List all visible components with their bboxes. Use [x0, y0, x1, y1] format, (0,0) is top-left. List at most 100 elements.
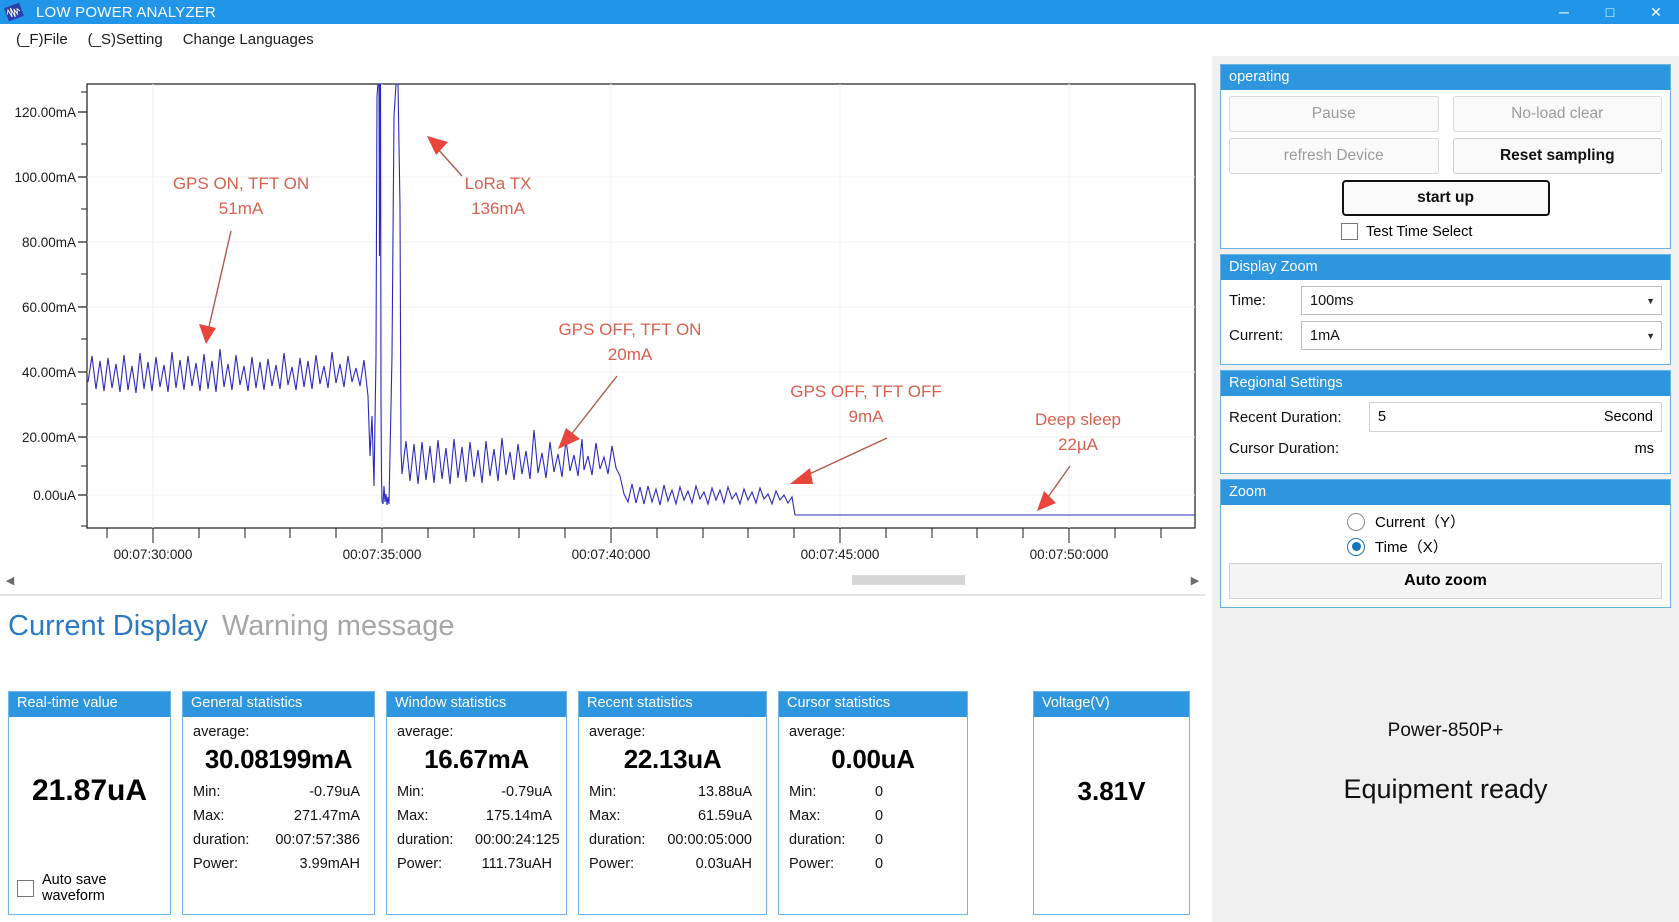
- start-up-button[interactable]: start up: [1342, 180, 1550, 216]
- time-label: Time:: [1229, 292, 1301, 309]
- stat-key: Power:: [789, 856, 867, 872]
- chevron-down-icon[interactable]: ▼: [1646, 331, 1655, 341]
- maximize-icon[interactable]: □: [1587, 0, 1633, 24]
- device-status-text: Equipment ready: [1212, 774, 1679, 805]
- current-zoom-select[interactable]: 1mA ▼: [1301, 321, 1662, 350]
- current-waveform-chart[interactable]: 0.00uA 20.00mA 40.00mA 60.00mA 80.00mA 1…: [0, 56, 1212, 566]
- svg-text:51mA: 51mA: [219, 199, 264, 218]
- chevron-down-icon[interactable]: ▼: [1646, 296, 1655, 306]
- stat-row-duration: duration:0: [789, 832, 957, 848]
- group-header: Zoom: [1221, 480, 1670, 505]
- stat-key: duration:: [589, 832, 667, 848]
- recent-duration-value: 5: [1378, 409, 1386, 425]
- chart-horizontal-scrollbar[interactable]: ◀ ▶: [0, 566, 1205, 594]
- svg-text:0.00uA: 0.00uA: [33, 488, 76, 503]
- card-header: General statistics: [183, 692, 374, 717]
- stat-row-duration: duration:00:07:57:386: [193, 832, 364, 848]
- stat-key: Max:: [589, 808, 667, 824]
- menu-item-setting[interactable]: (_S)Setting: [80, 28, 171, 51]
- stat-row-max: Max:0: [789, 808, 957, 824]
- stat-key: duration:: [193, 832, 271, 848]
- no-load-clear-button[interactable]: No-load clear: [1453, 96, 1663, 132]
- stat-value: 3.99mAH: [271, 856, 364, 872]
- stat-value: -0.79uA: [271, 784, 364, 800]
- stat-value: 111.73uAH: [475, 856, 556, 872]
- svg-text:00:07:45:000: 00:07:45:000: [801, 547, 880, 562]
- recent-duration-unit: Second: [1604, 409, 1653, 425]
- scroll-left-icon[interactable]: ◀: [0, 566, 20, 594]
- scrollbar-track[interactable]: [20, 566, 1185, 594]
- voltage-value: 3.81V: [1044, 776, 1179, 807]
- stat-key: duration:: [397, 832, 475, 848]
- menu-item-change-languages[interactable]: Change Languages: [175, 28, 322, 51]
- stat-row-min: Min:-0.79uA: [193, 784, 364, 800]
- svg-text:20mA: 20mA: [608, 345, 653, 364]
- checkbox-box[interactable]: [17, 880, 34, 897]
- group-header: Regional Settings: [1221, 371, 1670, 396]
- average-value: 16.67mA: [397, 744, 556, 775]
- window-controls: ─ □ ✕: [1541, 0, 1679, 24]
- recent-duration-label: Recent Duration:: [1229, 409, 1369, 426]
- test-time-select-checkbox[interactable]: Test Time Select: [1229, 223, 1662, 240]
- auto-zoom-button[interactable]: Auto zoom: [1229, 563, 1662, 599]
- stat-row-min: Min:13.88uA: [589, 784, 756, 800]
- pause-button[interactable]: Pause: [1229, 96, 1439, 132]
- stat-value: 00:07:57:386: [271, 832, 364, 848]
- scroll-right-icon[interactable]: ▶: [1185, 566, 1205, 594]
- card-header: Voltage(V): [1034, 692, 1189, 717]
- stat-key: Min:: [397, 784, 475, 800]
- svg-text:40.00mA: 40.00mA: [22, 365, 76, 380]
- stat-row-power: Power:0: [789, 856, 957, 872]
- stat-key: duration:: [789, 832, 867, 848]
- card-general-statistics: General statistics average: 30.08199mA M…: [182, 691, 375, 915]
- refresh-device-button[interactable]: refresh Device: [1229, 138, 1439, 174]
- reset-sampling-button[interactable]: Reset sampling: [1453, 138, 1663, 174]
- radio-time-x[interactable]: Time（X）: [1229, 536, 1662, 557]
- cursor-duration-unit: ms: [1369, 441, 1662, 457]
- radio-button[interactable]: [1347, 513, 1365, 531]
- menu-item-file[interactable]: (_F)File: [8, 28, 76, 51]
- close-icon[interactable]: ✕: [1633, 0, 1679, 24]
- checkbox-box[interactable]: [1341, 223, 1358, 240]
- radio-current-y[interactable]: Current（Y）: [1229, 511, 1662, 532]
- card-real-time-value: Real-time value 21.87uA Auto save wavefo…: [8, 691, 171, 915]
- svg-text:LoRa TX: LoRa TX: [465, 174, 532, 193]
- stat-value: -0.79uA: [475, 784, 556, 800]
- stat-key: Power:: [397, 856, 475, 872]
- svg-text:GPS OFF, TFT OFF: GPS OFF, TFT OFF: [790, 382, 941, 401]
- svg-text:100.00mA: 100.00mA: [14, 170, 76, 185]
- stat-value: 0: [867, 856, 957, 872]
- stat-key: Power:: [193, 856, 271, 872]
- right-pane: operating Pause No-load clear refresh De…: [1212, 56, 1679, 922]
- average-label: average:: [589, 724, 756, 740]
- stat-row-max: Max:175.14mA: [397, 808, 556, 824]
- stat-key: Max:: [193, 808, 271, 824]
- group-display-zoom: Display Zoom Time: 100ms ▼ Current: 1mA: [1220, 254, 1671, 365]
- tab-warning-message[interactable]: Warning message: [222, 610, 455, 643]
- stat-key: Max:: [789, 808, 867, 824]
- stat-key: Max:: [397, 808, 475, 824]
- left-pane: 0.00uA 20.00mA 40.00mA 60.00mA 80.00mA 1…: [0, 56, 1212, 922]
- stat-value: 0: [867, 784, 957, 800]
- real-time-value: 21.87uA: [19, 774, 160, 808]
- stat-value: 0: [867, 808, 957, 824]
- stat-row-min: Min:-0.79uA: [397, 784, 556, 800]
- tab-current-display[interactable]: Current Display: [8, 610, 208, 643]
- time-zoom-value: 100ms: [1310, 293, 1354, 309]
- stat-row-max: Max:271.47mA: [193, 808, 364, 824]
- auto-save-waveform-checkbox[interactable]: Auto save waveform: [17, 872, 170, 904]
- minimize-icon[interactable]: ─: [1541, 0, 1587, 24]
- time-zoom-select[interactable]: 100ms ▼: [1301, 286, 1662, 315]
- recent-duration-input[interactable]: 5 Second: [1369, 402, 1662, 432]
- average-label: average:: [193, 724, 364, 740]
- stat-row-power: Power:3.99mAH: [193, 856, 364, 872]
- scrollbar-thumb[interactable]: [852, 575, 965, 585]
- group-header: operating: [1221, 65, 1670, 90]
- average-value: 30.08199mA: [193, 744, 364, 775]
- svg-text:00:07:50:000: 00:07:50:000: [1030, 547, 1109, 562]
- average-label: average:: [397, 724, 556, 740]
- svg-text:9mA: 9mA: [849, 407, 885, 426]
- radio-button[interactable]: [1347, 538, 1365, 556]
- svg-text:00:07:30:000: 00:07:30:000: [114, 547, 193, 562]
- display-tabs: Current Display Warning message: [0, 601, 454, 651]
